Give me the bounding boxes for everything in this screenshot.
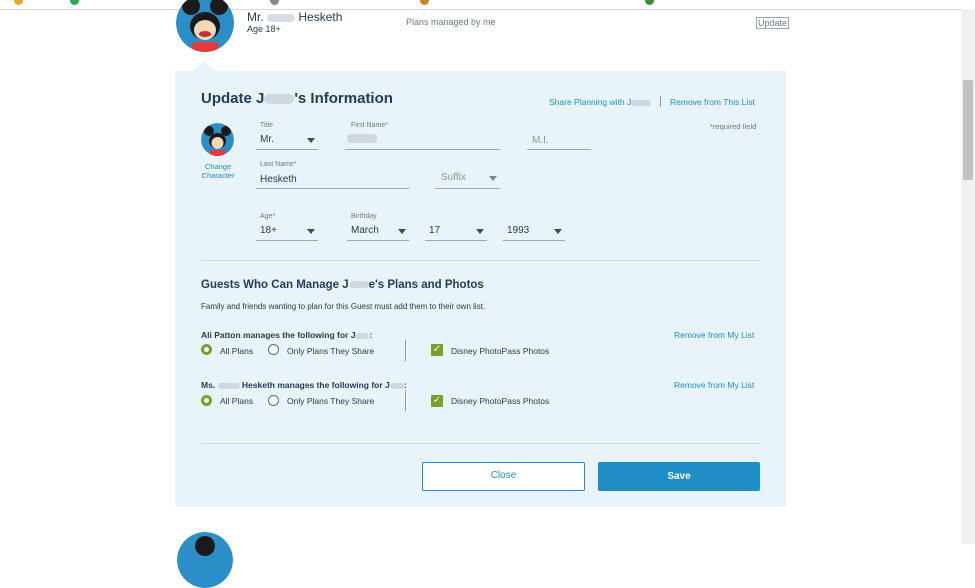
remove-from-list-link[interactable]: Remove from This List — [670, 97, 755, 107]
chevron-down-icon[interactable] — [554, 229, 562, 234]
first-name-input[interactable] — [347, 134, 377, 143]
name-prefix: Mr. — [247, 10, 264, 24]
panel-pointer — [193, 61, 215, 71]
bookmark-icon[interactable] — [270, 0, 279, 5]
suffix-underline — [435, 188, 500, 189]
radio-label-all-plans: All Plans — [220, 396, 254, 406]
guests-heading: Guests Who Can Manage Je's Plans and Pho… — [201, 279, 484, 291]
update-link[interactable]: Update — [756, 17, 790, 29]
age-underline — [256, 240, 318, 241]
save-button[interactable]: Save — [598, 462, 760, 491]
next-guest-avatar[interactable] — [177, 532, 233, 588]
character-avatar[interactable] — [201, 123, 234, 156]
redacted-text — [217, 382, 240, 389]
first-name-underline — [345, 149, 500, 150]
redacted-text — [631, 99, 652, 106]
change-character-link[interactable]: Change Character — [198, 162, 238, 180]
remove-from-my-list-link[interactable]: Remove from My List — [674, 330, 754, 340]
photopass-label: Disney PhotoPass Photos — [451, 346, 550, 356]
redacted-text — [355, 332, 370, 339]
redacted-text — [267, 13, 296, 22]
first-name-label: First Name* — [351, 122, 388, 129]
radio-label-only-shared: Only Plans They Share — [287, 346, 375, 356]
share-planning-link[interactable]: Share Planning with J — [549, 97, 652, 107]
chevron-down-icon[interactable] — [307, 138, 315, 143]
option-divider — [405, 340, 406, 361]
option-divider — [405, 390, 406, 411]
radio-only-shared-plans[interactable] — [268, 395, 279, 406]
birth-month-select[interactable]: March — [351, 225, 379, 236]
browser-bookmarks-bar — [0, 0, 975, 10]
footer-divider — [201, 443, 760, 444]
section-divider — [201, 260, 760, 261]
radio-all-plans[interactable] — [201, 344, 212, 355]
middle-initial-input[interactable]: M.I. — [532, 135, 549, 146]
photopass-checkbox[interactable]: ✓ — [431, 395, 443, 407]
title-label: Title — [260, 122, 273, 129]
suffix-select[interactable]: Suffix — [441, 172, 466, 183]
birth-day-underline — [425, 240, 487, 241]
required-field-note: *required field — [710, 122, 757, 131]
last-name-input[interactable]: Hesketh — [260, 174, 297, 185]
redacted-text — [264, 94, 295, 105]
last-name-label: Last Name* — [260, 161, 297, 168]
birth-year-select[interactable]: 1993 — [507, 225, 529, 236]
middle-initial-underline — [527, 149, 591, 150]
age-select[interactable]: 18+ — [260, 225, 277, 236]
chevron-down-icon[interactable] — [489, 176, 497, 181]
radio-only-shared-plans[interactable] — [268, 344, 279, 355]
photopass-checkbox[interactable]: ✓ — [431, 344, 443, 356]
title-value[interactable]: Mr. — [260, 134, 274, 145]
photopass-label: Disney PhotoPass Photos — [451, 396, 550, 406]
age-label: Age* — [260, 213, 276, 220]
bookmark-icon[interactable] — [645, 0, 654, 5]
bookmark-icon[interactable] — [14, 0, 23, 5]
manager-label: Ms. Hesketh manages the following for J: — [201, 380, 407, 390]
remove-from-my-list-link[interactable]: Remove from My List — [674, 380, 754, 390]
age-text: Age 18+ — [247, 24, 281, 34]
chevron-down-icon[interactable] — [398, 229, 406, 234]
redacted-text — [348, 281, 369, 289]
last-name-underline — [256, 188, 409, 189]
mickey-avatar[interactable] — [176, 0, 234, 52]
close-button[interactable]: Close — [422, 462, 585, 491]
redacted-text — [389, 382, 404, 389]
radio-label-all-plans: All Plans — [220, 346, 254, 356]
panel-title: Update J's Information — [201, 90, 393, 107]
birth-day-select[interactable]: 17 — [429, 225, 440, 236]
guests-note: Family and friends wanting to plan for t… — [201, 302, 486, 311]
link-divider — [660, 96, 661, 107]
chevron-down-icon[interactable] — [476, 229, 484, 234]
birthday-label: Birthday — [351, 213, 377, 220]
title-select-underline — [256, 149, 318, 150]
bookmark-icon[interactable] — [420, 0, 429, 5]
radio-label-only-shared: Only Plans They Share — [287, 396, 375, 406]
plans-managed-text: Plans managed by me — [406, 17, 496, 27]
birth-year-underline — [503, 240, 565, 241]
birth-month-underline — [347, 240, 409, 241]
scrollbar-thumb[interactable] — [963, 80, 973, 180]
bookmark-icon[interactable] — [70, 0, 79, 5]
chevron-down-icon[interactable] — [307, 229, 315, 234]
manager-label: Ali Patton manages the following for J: — [201, 330, 373, 340]
radio-all-plans[interactable] — [201, 395, 212, 406]
name-last: Hesketh — [298, 10, 343, 24]
